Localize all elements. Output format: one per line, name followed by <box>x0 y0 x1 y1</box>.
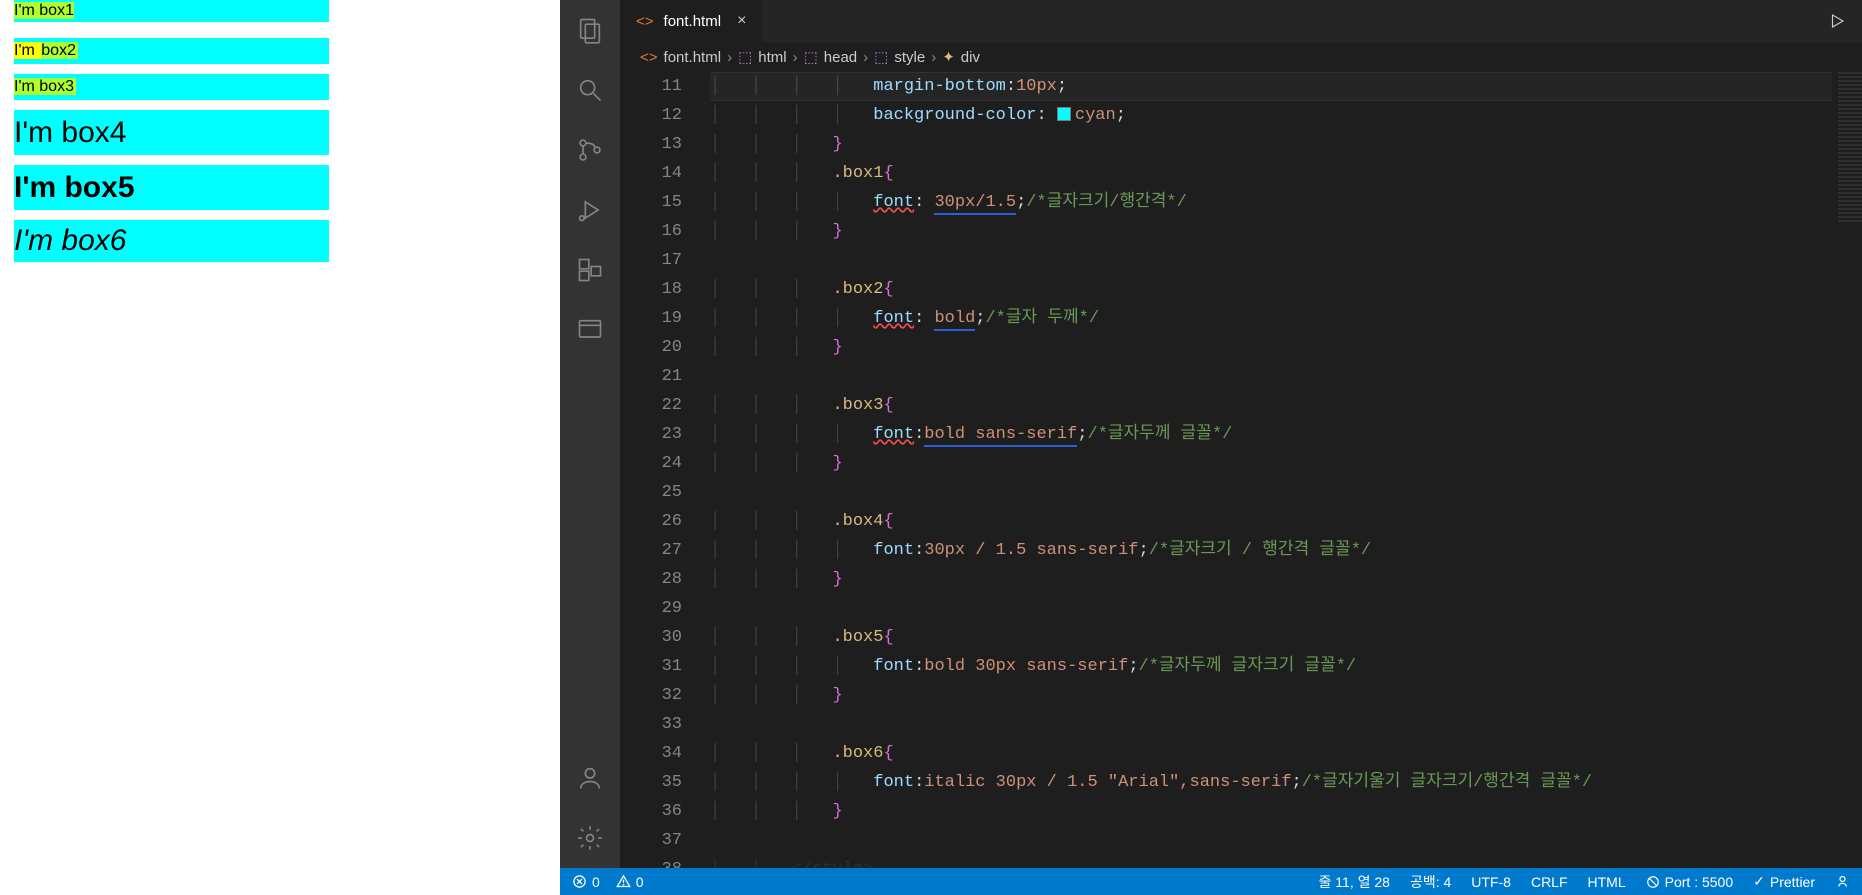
status-spaces[interactable]: 공백: 4 <box>1410 872 1451 892</box>
line-numbers: 1112131415161718192021222324252627282930… <box>620 72 710 868</box>
extensions-icon[interactable] <box>560 240 620 300</box>
editor-tabs: <> font.html × <box>620 0 1862 42</box>
status-notifications-icon[interactable] <box>1835 874 1850 889</box>
debug-icon[interactable] <box>560 180 620 240</box>
search-icon[interactable] <box>560 60 620 120</box>
run-icon[interactable] <box>1812 0 1862 42</box>
html-file-icon: <> <box>636 13 654 30</box>
html-file-icon: <> <box>640 49 658 66</box>
element-icon: ⬚ <box>804 48 818 66</box>
code-editor[interactable]: 1112131415161718192021222324252627282930… <box>620 72 1862 868</box>
preview-box6: I'm box6 <box>14 220 329 262</box>
breadcrumb[interactable]: <>font.html › ⬚html › ⬚head › ⬚style › ✦… <box>620 42 1862 72</box>
minimap[interactable] <box>1832 72 1862 868</box>
status-bar: 0 0 줄 11, 열 28 공백: 4 UTF-8 CRLF HTML Por… <box>560 868 1862 895</box>
live-preview-icon[interactable] <box>560 300 620 360</box>
status-prettier[interactable]: ✓ Prettier <box>1753 873 1815 890</box>
status-encoding[interactable]: UTF-8 <box>1471 874 1511 890</box>
tab-font-html[interactable]: <> font.html × <box>620 0 762 42</box>
code-content[interactable]: │ │ │ │ margin-bottom:10px;│ │ │ │ backg… <box>710 72 1832 868</box>
status-language[interactable]: HTML <box>1588 874 1626 890</box>
settings-gear-icon[interactable] <box>560 808 620 868</box>
status-errors[interactable]: 0 <box>572 874 600 890</box>
element-icon: ⬚ <box>874 48 888 66</box>
preview-box5: I'm box5 <box>14 165 329 210</box>
element-icon: ⬚ <box>738 48 752 66</box>
status-port[interactable]: Port : 5500 <box>1646 874 1734 890</box>
rule-icon: ✦ <box>942 48 955 66</box>
tab-label: font.html <box>664 13 722 30</box>
status-warnings[interactable]: 0 <box>616 874 644 890</box>
preview-box2: I'm box2 <box>14 38 329 64</box>
account-icon[interactable] <box>560 748 620 808</box>
preview-box4: I'm box4 <box>14 110 329 155</box>
close-icon[interactable]: × <box>737 12 746 30</box>
preview-box3: I'm box3 <box>14 74 329 100</box>
vscode-window: <> font.html × <>font.html › ⬚html › ⬚he… <box>560 0 1862 895</box>
status-line-col[interactable]: 줄 11, 열 28 <box>1319 872 1390 892</box>
status-eol[interactable]: CRLF <box>1531 874 1568 890</box>
activity-bar <box>560 0 620 868</box>
explorer-icon[interactable] <box>560 0 620 60</box>
preview-box1: I'm box1 <box>14 0 329 22</box>
source-control-icon[interactable] <box>560 120 620 180</box>
browser-preview: I'm box1 I'm box2 I'm box3 I'm box4 I'm … <box>0 0 560 895</box>
